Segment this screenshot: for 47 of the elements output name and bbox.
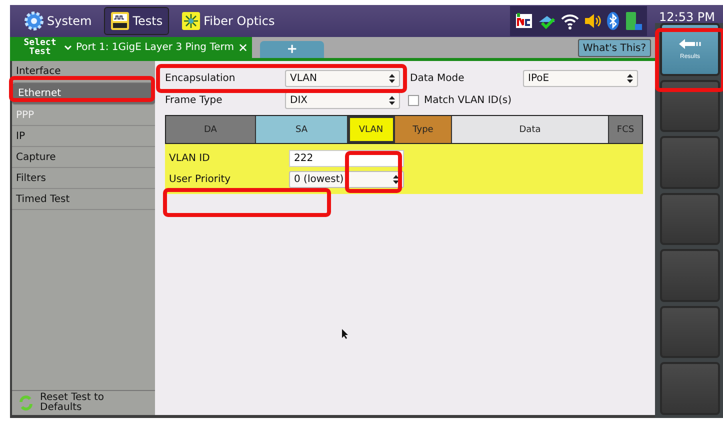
highlight-box xyxy=(345,151,402,193)
frame-segment[interactable]: FCS xyxy=(609,116,642,143)
up-down-arrows-icon xyxy=(389,96,395,104)
bluetooth-icon xyxy=(606,11,620,31)
refresh-icon xyxy=(18,395,34,411)
help-button[interactable]: What's This? xyxy=(578,39,651,57)
starburst-icon xyxy=(180,11,201,31)
soft-key[interactable] xyxy=(660,362,720,416)
app-tab[interactable]: Fiber Optics xyxy=(174,7,281,35)
clock-time: 12:53 PM xyxy=(658,10,716,26)
reset-button[interactable]: Reset Test to Defaults xyxy=(40,393,110,413)
field-label: User Priority xyxy=(169,174,232,185)
encapsulation-dropdown[interactable]: VLAN xyxy=(285,70,400,86)
select-test-button[interactable]: Select Test xyxy=(20,38,60,56)
up-down-arrows-icon xyxy=(393,175,399,184)
frame-segment[interactable]: Type xyxy=(395,116,452,143)
close-button[interactable]: ✕ xyxy=(238,40,248,54)
data-mode-dropdown[interactable]: IPoE xyxy=(523,70,638,86)
arrow-left-icon xyxy=(678,38,702,50)
gear-icon xyxy=(24,11,44,31)
field-label: Frame Type xyxy=(165,94,224,106)
chevron-down-icon xyxy=(64,44,72,50)
frame-segment[interactable]: VLAN xyxy=(348,116,395,143)
highlight-box xyxy=(655,28,723,92)
frame-segment[interactable]: DA xyxy=(166,116,256,143)
frame-segment[interactable]: Data xyxy=(452,116,609,143)
priority-dropdown[interactable]: 0 (lowest) xyxy=(289,171,404,188)
soft-key[interactable] xyxy=(660,136,720,189)
speaker-icon xyxy=(583,11,603,31)
field-label: Encapsulation xyxy=(165,72,236,84)
app-tab[interactable]: Tests xyxy=(104,7,169,35)
mouse-cursor-icon xyxy=(341,328,349,340)
field-label: VLAN ID xyxy=(169,153,211,164)
soft-key[interactable] xyxy=(660,192,720,246)
checkbox-label: Match VLAN ID(s) xyxy=(424,94,512,106)
test-tab[interactable]: Port 1: 1GigE Layer 3 Ping Term xyxy=(76,42,234,53)
battery-icon xyxy=(623,10,643,32)
app-tab[interactable]: System xyxy=(18,7,98,35)
up-down-arrows-icon xyxy=(389,74,395,82)
soft-key[interactable] xyxy=(660,306,720,358)
checkbox[interactable] xyxy=(408,94,419,106)
soft-key[interactable] xyxy=(660,80,720,132)
field-label: Data Mode xyxy=(409,72,466,84)
up-down-arrows-icon xyxy=(627,74,633,82)
frame-segment[interactable]: SA xyxy=(256,116,348,143)
nc-icon xyxy=(514,11,534,31)
soft-key[interactable] xyxy=(660,249,720,302)
